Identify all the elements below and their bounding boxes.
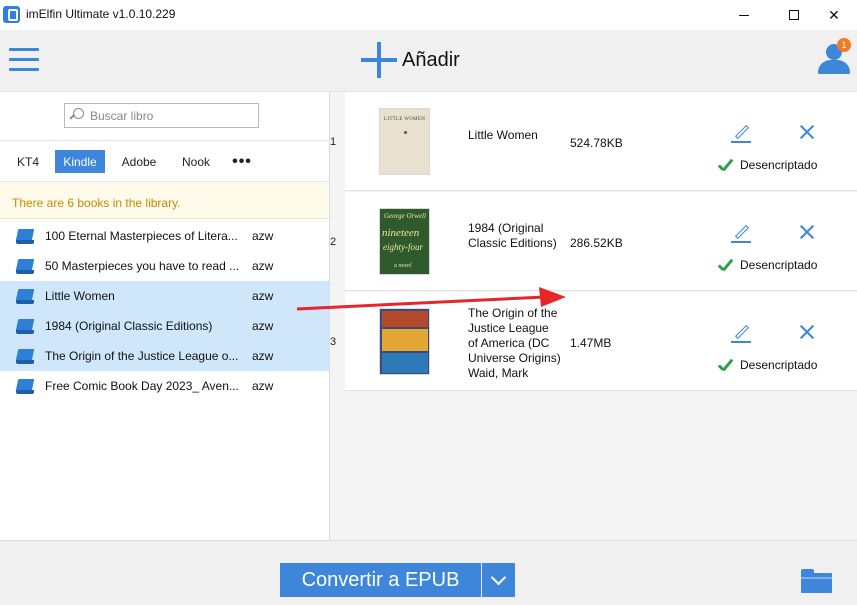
check-icon bbox=[718, 158, 736, 172]
row-index: 1 bbox=[330, 136, 337, 148]
search-input[interactable] bbox=[90, 107, 250, 125]
tab-more-options[interactable]: ••• bbox=[228, 150, 256, 173]
book-format: azw bbox=[252, 259, 274, 273]
bottom-bar: Convertir a EPUB bbox=[0, 540, 857, 605]
file-size: 1.47MB bbox=[570, 336, 612, 350]
menu-icon[interactable] bbox=[9, 48, 39, 72]
title-bar: imElfin Ultimate v1.0.10.229 ✕ bbox=[0, 0, 857, 30]
book-format: azw bbox=[252, 289, 274, 303]
book-icon bbox=[15, 319, 36, 334]
edit-icon[interactable] bbox=[730, 221, 752, 243]
file-size: 286.52KB bbox=[570, 236, 623, 250]
book-icon bbox=[15, 229, 36, 244]
edit-icon[interactable] bbox=[730, 321, 752, 343]
maximize-icon bbox=[789, 10, 799, 20]
convert-button[interactable]: Convertir a EPUB bbox=[280, 563, 481, 597]
book-title: The Origin of the Justice League o... bbox=[45, 349, 239, 363]
status-badge: Desencriptado bbox=[718, 258, 817, 272]
window-title: imElfin Ultimate v1.0.10.229 bbox=[26, 7, 176, 21]
add-book-button[interactable]: Añadir bbox=[361, 42, 460, 78]
queue-item: The Origin of the Justice League of Amer… bbox=[345, 292, 857, 391]
list-item[interactable]: Free Comic Book Day 2023_ Aven... azw bbox=[0, 371, 329, 401]
app-logo-icon bbox=[3, 6, 20, 23]
book-title: Free Comic Book Day 2023_ Aven... bbox=[45, 379, 239, 393]
chevron-down-icon bbox=[490, 569, 507, 585]
edit-icon[interactable] bbox=[730, 121, 752, 143]
add-book-label: Añadir bbox=[402, 48, 460, 71]
book-cover: George Orwell nineteen eighty-four a nov… bbox=[379, 208, 430, 275]
book-icon bbox=[15, 289, 36, 304]
tab-kt4[interactable]: KT4 bbox=[12, 150, 44, 173]
status-text: Desencriptado bbox=[740, 158, 818, 172]
app-window: imElfin Ultimate v1.0.10.229 ✕ Añadir 1 … bbox=[0, 0, 857, 605]
close-window-button[interactable]: ✕ bbox=[811, 0, 857, 30]
list-item[interactable]: 50 Masterpieces you have to read ... azw bbox=[0, 251, 329, 281]
book-title: 1984 (Original Classic Editions) bbox=[45, 319, 213, 333]
notification-badge[interactable]: 1 bbox=[837, 38, 851, 52]
minimize-icon bbox=[739, 14, 749, 16]
book-list: 100 Eternal Masterpieces of Litera... az… bbox=[0, 221, 329, 401]
queue-item-title: The Origin of the Justice League of Amer… bbox=[468, 306, 561, 380]
file-size: 524.78KB bbox=[570, 136, 623, 150]
main-toolbar: Añadir bbox=[0, 30, 857, 92]
book-cover: LITTLE WOMEN bbox=[379, 108, 430, 175]
queue-item: George Orwell nineteen eighty-four a nov… bbox=[345, 192, 857, 291]
folder-icon[interactable] bbox=[801, 569, 832, 593]
search-box[interactable] bbox=[64, 103, 259, 128]
check-icon bbox=[718, 358, 736, 372]
status-text: Desencriptado bbox=[740, 358, 818, 372]
list-item[interactable]: 100 Eternal Masterpieces of Litera... az… bbox=[0, 221, 329, 251]
check-icon bbox=[718, 258, 736, 272]
row-index: 2 bbox=[330, 236, 337, 248]
tab-adobe[interactable]: Adobe bbox=[115, 150, 163, 173]
cover-title: LITTLE WOMEN bbox=[384, 117, 426, 122]
search-icon bbox=[70, 108, 84, 121]
book-icon bbox=[15, 259, 36, 274]
book-cover bbox=[379, 308, 430, 375]
book-title: 100 Eternal Masterpieces of Litera... bbox=[45, 229, 238, 243]
list-item[interactable]: 1984 (Original Classic Editions) azw bbox=[0, 311, 329, 341]
output-format-dropdown[interactable] bbox=[482, 563, 515, 597]
book-title: 50 Masterpieces you have to read ... bbox=[45, 259, 240, 273]
status-badge: Desencriptado bbox=[718, 358, 817, 372]
queue-item-title: Little Women bbox=[468, 128, 538, 142]
tab-kindle[interactable]: Kindle bbox=[55, 150, 105, 173]
queue-item-title: 1984 (Original Classic Editions) bbox=[468, 221, 557, 250]
status-text: Desencriptado bbox=[740, 258, 818, 272]
minimize-button[interactable] bbox=[721, 0, 767, 30]
book-format: azw bbox=[252, 349, 274, 363]
book-title: Little Women bbox=[45, 289, 115, 303]
book-icon bbox=[15, 379, 36, 394]
list-item[interactable]: Little Women azw bbox=[0, 281, 329, 311]
library-info-message: There are 6 books in the library. bbox=[0, 183, 329, 219]
plus-icon bbox=[361, 42, 397, 78]
row-index: 3 bbox=[330, 336, 337, 348]
book-icon bbox=[15, 349, 36, 364]
list-item[interactable]: The Origin of the Justice League o... az… bbox=[0, 341, 329, 371]
remove-icon[interactable] bbox=[799, 124, 815, 140]
queue-item: LITTLE WOMEN Little Women 524.78KB Desen… bbox=[345, 92, 857, 191]
book-format: azw bbox=[252, 229, 274, 243]
book-format: azw bbox=[252, 319, 274, 333]
remove-icon[interactable] bbox=[799, 224, 815, 240]
status-badge: Desencriptado bbox=[718, 158, 817, 172]
source-tabs: KT4 Kindle Adobe Nook ••• bbox=[0, 140, 329, 182]
library-panel: KT4 Kindle Adobe Nook ••• There are 6 bo… bbox=[0, 92, 330, 540]
tab-nook[interactable]: Nook bbox=[175, 150, 217, 173]
remove-icon[interactable] bbox=[799, 324, 815, 340]
book-format: azw bbox=[252, 379, 274, 393]
